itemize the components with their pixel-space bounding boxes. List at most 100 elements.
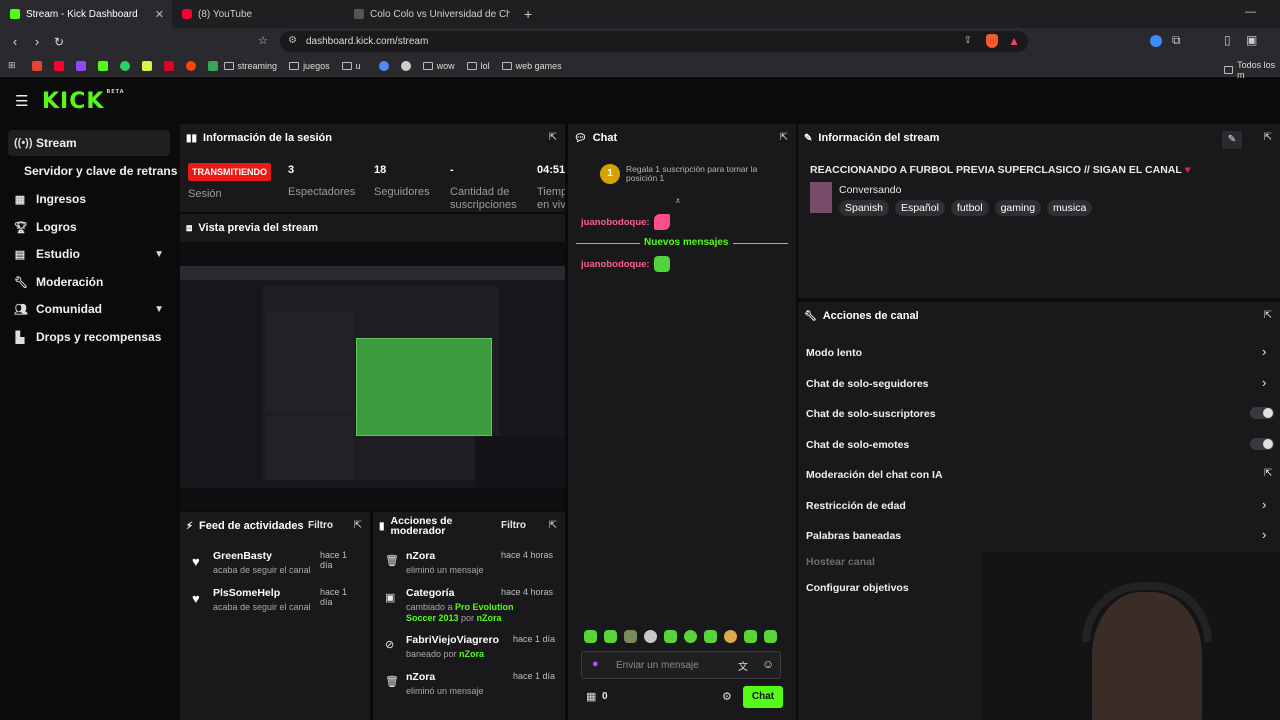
emote-icon[interactable] (704, 630, 717, 643)
category-name[interactable]: Conversando (839, 184, 901, 196)
tab-youtube[interactable]: (8) YouTube (172, 0, 344, 28)
pinterest-bookmark-icon[interactable] (163, 60, 174, 71)
filter-button[interactable]: Filtro (501, 520, 526, 531)
gmail-bookmark-icon[interactable] (31, 60, 42, 71)
brave-shield-icon[interactable] (986, 34, 998, 48)
gift-sub-banner[interactable]: 1 Regala 1 suscripción para tomar la pos… (600, 164, 770, 186)
sidebar-item-estudio[interactable]: ▤ Estudio ▼ (8, 241, 170, 267)
bookmark-star-icon[interactable]: ☆ (258, 34, 268, 47)
microphone-icon[interactable]: ● (592, 658, 599, 670)
chatgpt-bookmark-icon[interactable] (400, 60, 411, 71)
bookmark-folder[interactable]: wow (422, 61, 455, 71)
back-icon[interactable]: ‹ (4, 34, 26, 49)
sidebar-toggle-icon[interactable]: ▯ (1224, 33, 1231, 47)
setting-emotes-only[interactable]: Chat de solo-emotes (806, 439, 909, 451)
chevron-right-icon[interactable]: › (1262, 497, 1266, 512)
gemini-bookmark-icon[interactable] (378, 60, 389, 71)
stream-video[interactable] (180, 242, 565, 510)
tag[interactable]: musica (1047, 200, 1093, 216)
minimize-icon[interactable]: — (1245, 6, 1256, 18)
send-chat-button[interactable]: Chat (743, 686, 783, 708)
sidebar-item-drops[interactable]: ▙ Drops y recompensas (8, 324, 170, 350)
tag[interactable]: gaming (994, 200, 1042, 216)
setting-slow-mode[interactable]: Modo lento (806, 347, 862, 359)
expand-icon[interactable]: ⇱ (354, 520, 362, 531)
reddit-bookmark-icon[interactable] (185, 60, 196, 71)
emote-icon[interactable] (584, 630, 597, 643)
sidebar-item-moderacion[interactable]: 🔧︎ Moderación (8, 269, 170, 295)
chat-settings-icon[interactable]: ⚙ (722, 690, 732, 703)
chat-username[interactable]: juanobodoque: (581, 217, 650, 228)
emote-icon[interactable] (684, 630, 697, 643)
translate-icon[interactable]: 文 (738, 658, 748, 673)
whatsapp-bookmark-icon[interactable] (119, 60, 130, 71)
emotes-only-toggle[interactable] (1250, 438, 1274, 450)
setting-age-restriction[interactable]: Restricción de edad (806, 500, 906, 512)
category-thumbnail[interactable] (810, 182, 832, 213)
tag[interactable]: Español (894, 200, 945, 216)
bookmark-folder[interactable]: web games (501, 61, 562, 71)
youtube-bookmark-icon[interactable] (53, 60, 64, 71)
kick-logo[interactable]: KICK BETA (42, 89, 125, 114)
kick-bookmark-icon[interactable] (97, 60, 108, 71)
pinned-collapse-icon[interactable]: ⩡ (675, 196, 681, 207)
edit-stream-icon[interactable]: ✎ (1222, 131, 1242, 149)
share-icon[interactable]: ⇪ (964, 35, 972, 46)
chat-input[interactable]: ● Enviar un mensaje 文 ☺ (581, 651, 781, 679)
setting-followers-only[interactable]: Chat de solo-seguidores (806, 378, 929, 390)
emote-icon[interactable] (764, 630, 777, 643)
emoji-icon[interactable]: ☺ (762, 657, 774, 671)
site-info-icon[interactable]: ⚙ (288, 35, 297, 46)
rewards-icon[interactable]: ▲ (1008, 34, 1020, 48)
sidebar-item-comunidad[interactable]: 👥︎ Comunidad ▼ (8, 296, 170, 322)
bookmark-folder[interactable]: lol (466, 61, 490, 71)
url-field[interactable]: ⚙ dashboard.kick.com/stream ⇪ ▲ (280, 31, 1028, 52)
expand-icon[interactable]: ⇱ (549, 520, 557, 531)
emote-icon[interactable] (724, 630, 737, 643)
hamburger-menu-icon[interactable]: ☰ (15, 92, 28, 110)
filter-button[interactable]: Filtro (308, 520, 333, 531)
tag[interactable]: futbol (950, 200, 989, 216)
tag[interactable]: Spanish (839, 200, 889, 216)
puzzle-icon[interactable]: ⧉ (1172, 33, 1181, 48)
tab-match[interactable]: Colo Colo vs Universidad de Chile Al (344, 0, 520, 28)
bookmark-folder[interactable]: u (341, 61, 361, 71)
expand-icon[interactable]: ⇱ (1264, 132, 1272, 143)
emote-icon[interactable] (744, 630, 757, 643)
expand-icon[interactable]: ⇱ (1264, 310, 1272, 321)
expand-icon[interactable]: ⇱ (780, 132, 788, 143)
new-tab-button[interactable]: + (524, 6, 532, 22)
external-link-icon[interactable]: ⇱ (1264, 468, 1272, 479)
apps-icon[interactable]: ⊞ (8, 60, 16, 71)
zendesk-bookmark-icon[interactable] (141, 60, 152, 71)
chevron-right-icon[interactable]: › (1262, 527, 1266, 542)
chevron-right-icon[interactable]: › (1262, 375, 1266, 390)
bookmark-folder[interactable]: juegos (289, 61, 330, 71)
expand-icon[interactable]: ⇱ (549, 132, 557, 143)
emote-icon[interactable] (624, 630, 637, 643)
forward-icon[interactable]: › (26, 34, 48, 49)
setting-ai-moderation[interactable]: Moderación del chat con IA (806, 469, 943, 481)
sidebar-item-server-key[interactable]: Servidor y clave de retransmisión (18, 158, 178, 184)
extension-icon[interactable] (1150, 35, 1162, 47)
all-bookmarks-folder[interactable]: Todos los m (1224, 60, 1280, 80)
wallet-icon[interactable]: ▣ (1246, 33, 1257, 47)
chevron-right-icon[interactable]: › (1262, 344, 1266, 359)
sidebar-item-stream[interactable]: ((•)) Stream (8, 130, 170, 156)
reload-icon[interactable]: ↻ (48, 35, 70, 49)
emote-icon[interactable] (644, 630, 657, 643)
close-tab-icon[interactable]: ✕ (155, 8, 164, 21)
emote-icon[interactable] (664, 630, 677, 643)
emote-icon[interactable] (604, 630, 617, 643)
subscribers-only-toggle[interactable] (1250, 407, 1274, 419)
setting-goals[interactable]: Configurar objetivos (806, 582, 909, 594)
twitch-bookmark-icon[interactable] (75, 60, 86, 71)
setting-subscribers-only[interactable]: Chat de solo-suscriptores (806, 408, 936, 420)
setting-host-channel[interactable]: Hostear canal (806, 556, 875, 568)
bookmark-folder[interactable]: streaming (223, 61, 277, 71)
setting-banned-words[interactable]: Palabras baneadas (806, 530, 901, 542)
sidebar-item-logros[interactable]: 🏆︎ Logros (8, 214, 170, 240)
misc-bookmark-icon[interactable] (207, 60, 218, 71)
points-icon[interactable]: ▦ (586, 690, 596, 703)
tab-kick-dashboard[interactable]: Stream - Kick Dashboard ✕ (0, 0, 172, 28)
